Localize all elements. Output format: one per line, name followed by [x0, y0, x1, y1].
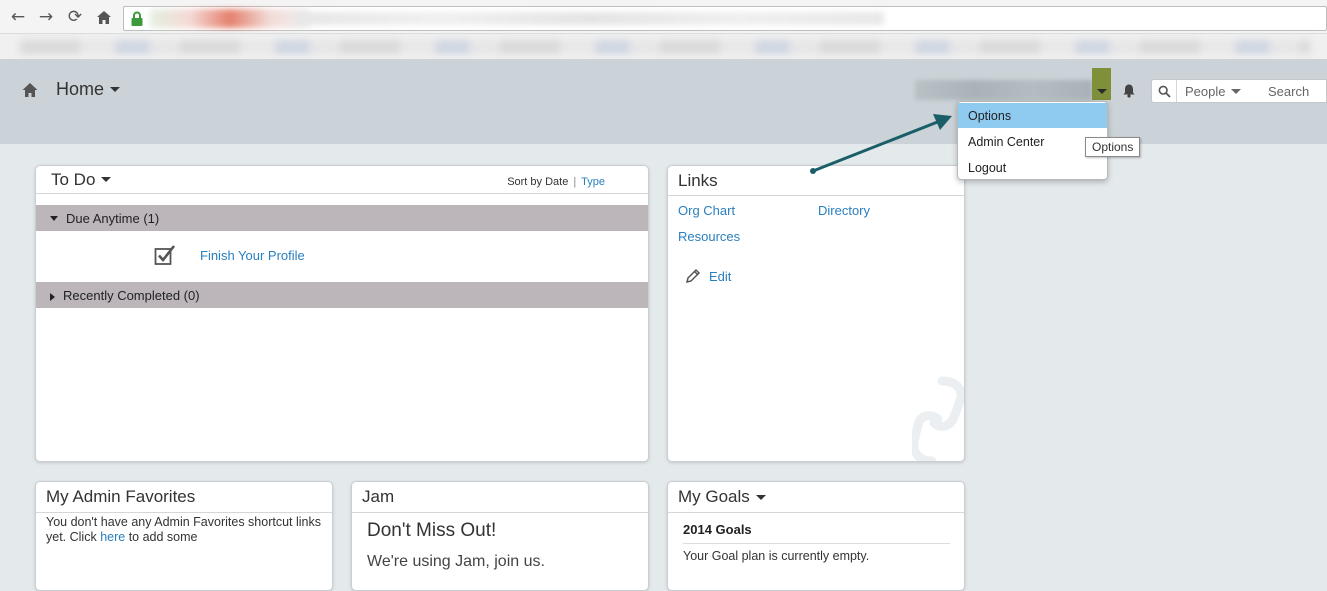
jam-headline: Don't Miss Out! [367, 520, 497, 541]
home-icon[interactable] [21, 82, 39, 98]
edit-links[interactable]: Edit [685, 268, 731, 284]
home-menu[interactable]: Home [56, 78, 121, 100]
jam-subtext: We're using Jam, join us. [367, 553, 545, 570]
add-favorites-link[interactable]: here [100, 530, 125, 544]
todo-tile: To Do Sort by Date | Type Due Anytime (1… [35, 165, 649, 462]
link-directory[interactable]: Directory [818, 203, 870, 218]
bookmarks-redacted [20, 40, 1310, 54]
finish-profile-link[interactable]: Finish Your Profile [200, 248, 305, 263]
sort-by-type-link[interactable]: Type [581, 176, 605, 188]
menu-item-options[interactable]: Options [958, 103, 1107, 128]
jam-title: Jam [362, 487, 395, 506]
jam-header: Jam [352, 482, 648, 513]
admin-favorites-title: My Admin Favorites [46, 487, 196, 506]
browser-home-icon[interactable] [92, 5, 116, 29]
app-header [0, 60, 1327, 144]
goal-plan-title: 2014 Goals [683, 522, 950, 544]
home-menu-label: Home [56, 78, 105, 99]
reload-icon[interactable]: ⟳ [63, 5, 87, 29]
chevron-down-icon [755, 494, 766, 500]
options-tooltip: Options [1085, 137, 1141, 157]
group-label: Due Anytime (1) [66, 210, 160, 226]
sort-prefix: Sort by [507, 176, 543, 188]
forward-icon[interactable]: → [34, 5, 58, 29]
pencil-icon [685, 268, 701, 284]
admin-favorites-text-end: to add some [125, 530, 198, 544]
bell-icon[interactable] [1122, 83, 1136, 98]
links-tile: Links Org Chart Directory Resources Edit [667, 165, 965, 462]
todo-title: To Do [51, 169, 96, 189]
lock-icon [131, 11, 143, 26]
goals-tile: My Goals 2014 Goals Your Goal plan is cu… [667, 481, 965, 591]
chevron-down-icon [1096, 89, 1107, 94]
edit-link[interactable]: Edit [709, 269, 731, 284]
url-redacted-path [294, 12, 884, 25]
link-org-chart[interactable]: Org Chart [678, 203, 735, 218]
links-title: Links [678, 170, 718, 190]
checkbox-icon[interactable] [154, 244, 176, 266]
goals-title: My Goals [678, 487, 750, 506]
search-box: People [1151, 79, 1327, 103]
admin-favorites-message: You don't have any Admin Favorites short… [36, 513, 332, 547]
chain-link-watermark-icon [912, 376, 964, 461]
back-icon[interactable]: ← [6, 5, 30, 29]
user-menu-toggle[interactable] [1092, 68, 1111, 100]
todo-item: Finish Your Profile [154, 244, 305, 266]
expanded-triangle-icon [50, 215, 58, 221]
url-redacted [150, 9, 310, 28]
jam-tile: Jam Don't Miss Out! We're using Jam, joi… [351, 481, 649, 591]
search-scope-select[interactable]: People [1176, 80, 1242, 102]
group-due-anytime[interactable]: Due Anytime (1) [36, 205, 648, 231]
chevron-down-icon [101, 177, 112, 182]
goals-header[interactable]: My Goals [668, 482, 964, 513]
link-resources[interactable]: Resources [678, 229, 740, 244]
search-scope-label: People [1185, 83, 1226, 99]
sort-by-date[interactable]: Date [545, 176, 568, 188]
user-name-redacted[interactable] [915, 80, 1093, 100]
chevron-down-icon [1231, 88, 1242, 94]
address-bar[interactable] [123, 6, 1327, 31]
annotation-arrow [810, 114, 952, 174]
chevron-down-icon [110, 86, 121, 92]
sort-separator: | [573, 176, 577, 188]
browser-toolbar: ← → ⟳ [0, 0, 1327, 34]
group-recently-completed[interactable]: Recently Completed (0) [36, 282, 648, 308]
menu-item-logout[interactable]: Logout [958, 155, 1107, 180]
admin-favorites-header: My Admin Favorites [36, 482, 332, 513]
todo-sort: Sort by Date | Type [507, 176, 605, 188]
bookmarks-bar [0, 34, 1327, 60]
goal-plan-empty: Your Goal plan is currently empty. [683, 549, 870, 563]
group-label: Recently Completed (0) [63, 287, 200, 303]
search-input[interactable] [1268, 82, 1326, 100]
admin-favorites-tile: My Admin Favorites You don't have any Ad… [35, 481, 333, 591]
collapsed-triangle-icon [50, 292, 55, 301]
search-icon[interactable] [1158, 85, 1171, 98]
